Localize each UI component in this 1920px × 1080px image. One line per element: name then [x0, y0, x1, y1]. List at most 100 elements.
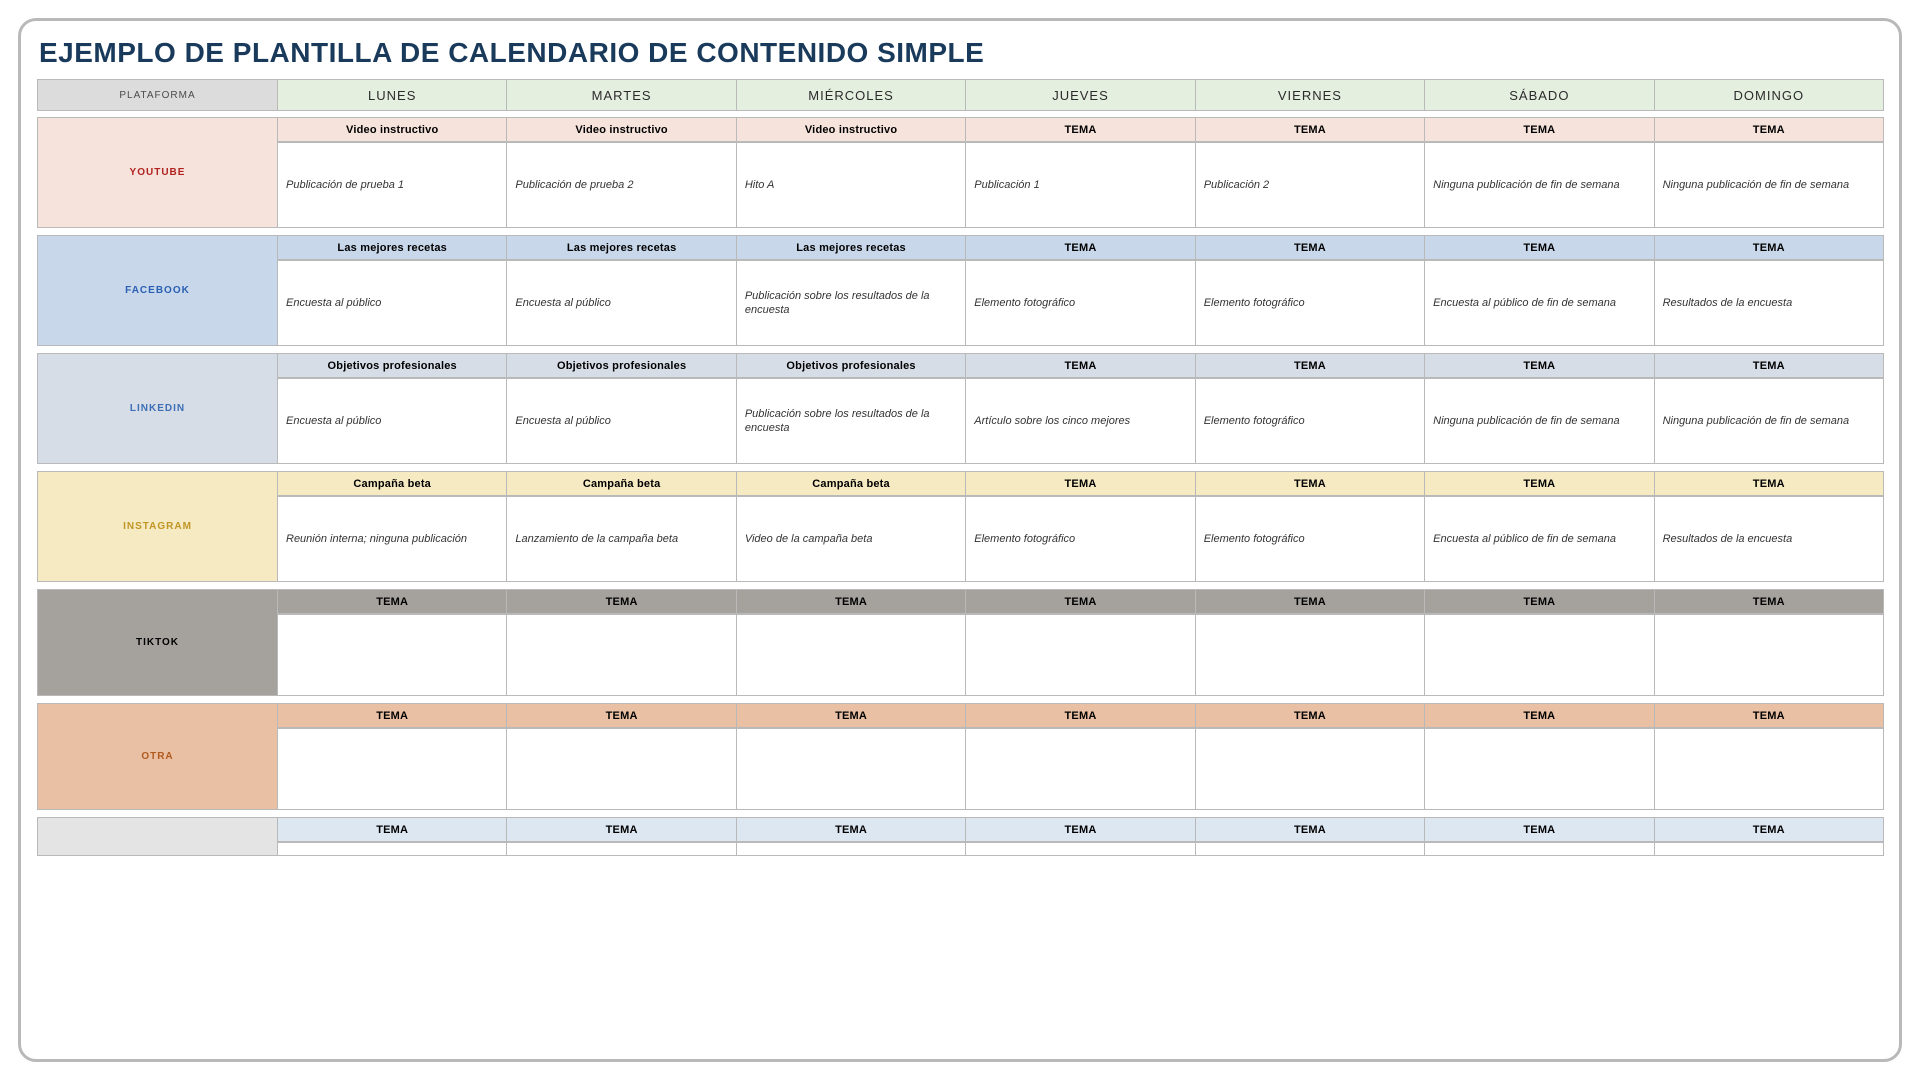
content-cell [1654, 842, 1884, 856]
topic-cell: Las mejores recetas [506, 235, 736, 260]
content-cell [277, 842, 507, 856]
topic-cell: TEMA [1195, 471, 1425, 496]
topic-cell: TEMA [506, 703, 736, 728]
platform-section-instagram: INSTAGRAMCampaña betaCampaña betaCampaña… [37, 471, 1883, 582]
content-cell [1424, 614, 1654, 696]
content-cell: Encuesta al público [277, 378, 507, 464]
platform-label: INSTAGRAM [37, 471, 278, 582]
content-cell: Lanzamiento de la campaña beta [506, 496, 736, 582]
content-cell [965, 614, 1195, 696]
platform-section-tiktok: TIKTOKTEMATEMATEMATEMATEMATEMATEMA [37, 589, 1883, 696]
topic-cell: TEMA [506, 817, 736, 842]
topic-cell: TEMA [965, 471, 1195, 496]
content-cell: Elemento fotográfico [965, 260, 1195, 346]
topic-cell: TEMA [1424, 235, 1654, 260]
content-cell [1195, 728, 1425, 810]
content-cell: Ninguna publicación de fin de semana [1654, 378, 1884, 464]
calendar-template: EJEMPLO DE PLANTILLA DE CALENDARIO DE CO… [18, 18, 1902, 1062]
topic-cell: TEMA [1654, 353, 1884, 378]
topic-cell: TEMA [965, 117, 1195, 142]
topic-cell: TEMA [736, 817, 966, 842]
topic-cell: TEMA [965, 353, 1195, 378]
topic-cell: TEMA [1654, 703, 1884, 728]
content-cell [506, 842, 736, 856]
topic-cell: TEMA [1654, 235, 1884, 260]
topic-cell: TEMA [1424, 353, 1654, 378]
platform-label: OTRA [37, 703, 278, 810]
content-cell [965, 728, 1195, 810]
day-header: DOMINGO [1654, 79, 1884, 111]
content-cell [277, 728, 507, 810]
content-cell: Publicación sobre los resultados de la e… [736, 260, 966, 346]
topic-cell: TEMA [1195, 235, 1425, 260]
content-cell: Hito A [736, 142, 966, 228]
day-header: JUEVES [965, 79, 1195, 111]
day-header: VIERNES [1195, 79, 1425, 111]
topic-cell: TEMA [506, 589, 736, 614]
platform-header: PLATAFORMA [37, 79, 278, 111]
platform-label: LINKEDIN [37, 353, 278, 464]
content-cell: Publicación 1 [965, 142, 1195, 228]
page-title: EJEMPLO DE PLANTILLA DE CALENDARIO DE CO… [39, 37, 1883, 69]
topic-cell: TEMA [277, 703, 507, 728]
content-cell: Encuesta al público de fin de semana [1424, 260, 1654, 346]
topic-cell: TEMA [965, 589, 1195, 614]
platform-label: FACEBOOK [37, 235, 278, 346]
topic-cell: TEMA [1195, 817, 1425, 842]
platform-section-facebook: FACEBOOKLas mejores recetasLas mejores r… [37, 235, 1883, 346]
topic-cell: TEMA [1654, 589, 1884, 614]
topic-cell: TEMA [277, 589, 507, 614]
content-cell: Reunión interna; ninguna publicación [277, 496, 507, 582]
content-cell: Elemento fotográfico [1195, 496, 1425, 582]
content-cell [736, 842, 966, 856]
content-cell: Artículo sobre los cinco mejores [965, 378, 1195, 464]
topic-cell: Objetivos profesionales [277, 353, 507, 378]
topic-cell: Campaña beta [506, 471, 736, 496]
content-cell: Elemento fotográfico [1195, 260, 1425, 346]
content-cell [506, 728, 736, 810]
content-cell: Elemento fotográfico [1195, 378, 1425, 464]
topic-cell: TEMA [1424, 117, 1654, 142]
topic-cell: TEMA [1195, 589, 1425, 614]
content-cell: Encuesta al público [506, 378, 736, 464]
content-cell: Ninguna publicación de fin de semana [1424, 378, 1654, 464]
platform-section-extra: TEMATEMATEMATEMATEMATEMATEMA [37, 817, 1883, 856]
content-cell [736, 728, 966, 810]
platform-label: YOUTUBE [37, 117, 278, 228]
topic-cell: Video instructivo [277, 117, 507, 142]
content-cell: Encuesta al público [277, 260, 507, 346]
topic-cell: TEMA [1195, 703, 1425, 728]
topic-cell: Las mejores recetas [277, 235, 507, 260]
topic-cell: TEMA [736, 703, 966, 728]
topic-cell: TEMA [1654, 117, 1884, 142]
topic-cell: TEMA [965, 235, 1195, 260]
topic-cell: TEMA [1654, 471, 1884, 496]
topic-cell: Campaña beta [277, 471, 507, 496]
content-cell [1424, 728, 1654, 810]
content-cell [1654, 728, 1884, 810]
topic-cell: TEMA [1424, 703, 1654, 728]
topic-cell: TEMA [1424, 817, 1654, 842]
content-cell: Resultados de la encuesta [1654, 260, 1884, 346]
platform-label [37, 817, 278, 856]
content-cell: Publicación sobre los resultados de la e… [736, 378, 966, 464]
content-cell [1195, 842, 1425, 856]
topic-cell: Objetivos profesionales [506, 353, 736, 378]
content-cell: Video de la campaña beta [736, 496, 966, 582]
content-cell: Encuesta al público [506, 260, 736, 346]
content-cell [965, 842, 1195, 856]
topic-cell: TEMA [1195, 117, 1425, 142]
topic-cell: TEMA [965, 817, 1195, 842]
topic-cell: Campaña beta [736, 471, 966, 496]
day-header: SÁBADO [1424, 79, 1654, 111]
content-cell: Ninguna publicación de fin de semana [1424, 142, 1654, 228]
content-cell: Publicación 2 [1195, 142, 1425, 228]
content-cell: Publicación de prueba 1 [277, 142, 507, 228]
topic-cell: TEMA [965, 703, 1195, 728]
days-header-row: PLATAFORMA LUNES MARTES MIÉRCOLES JUEVES… [37, 79, 1883, 111]
platform-label: TIKTOK [37, 589, 278, 696]
topic-cell: Video instructivo [736, 117, 966, 142]
content-cell: Encuesta al público de fin de semana [1424, 496, 1654, 582]
day-header: MIÉRCOLES [736, 79, 966, 111]
platform-section-youtube: YOUTUBEVideo instructivoVideo instructiv… [37, 117, 1883, 228]
